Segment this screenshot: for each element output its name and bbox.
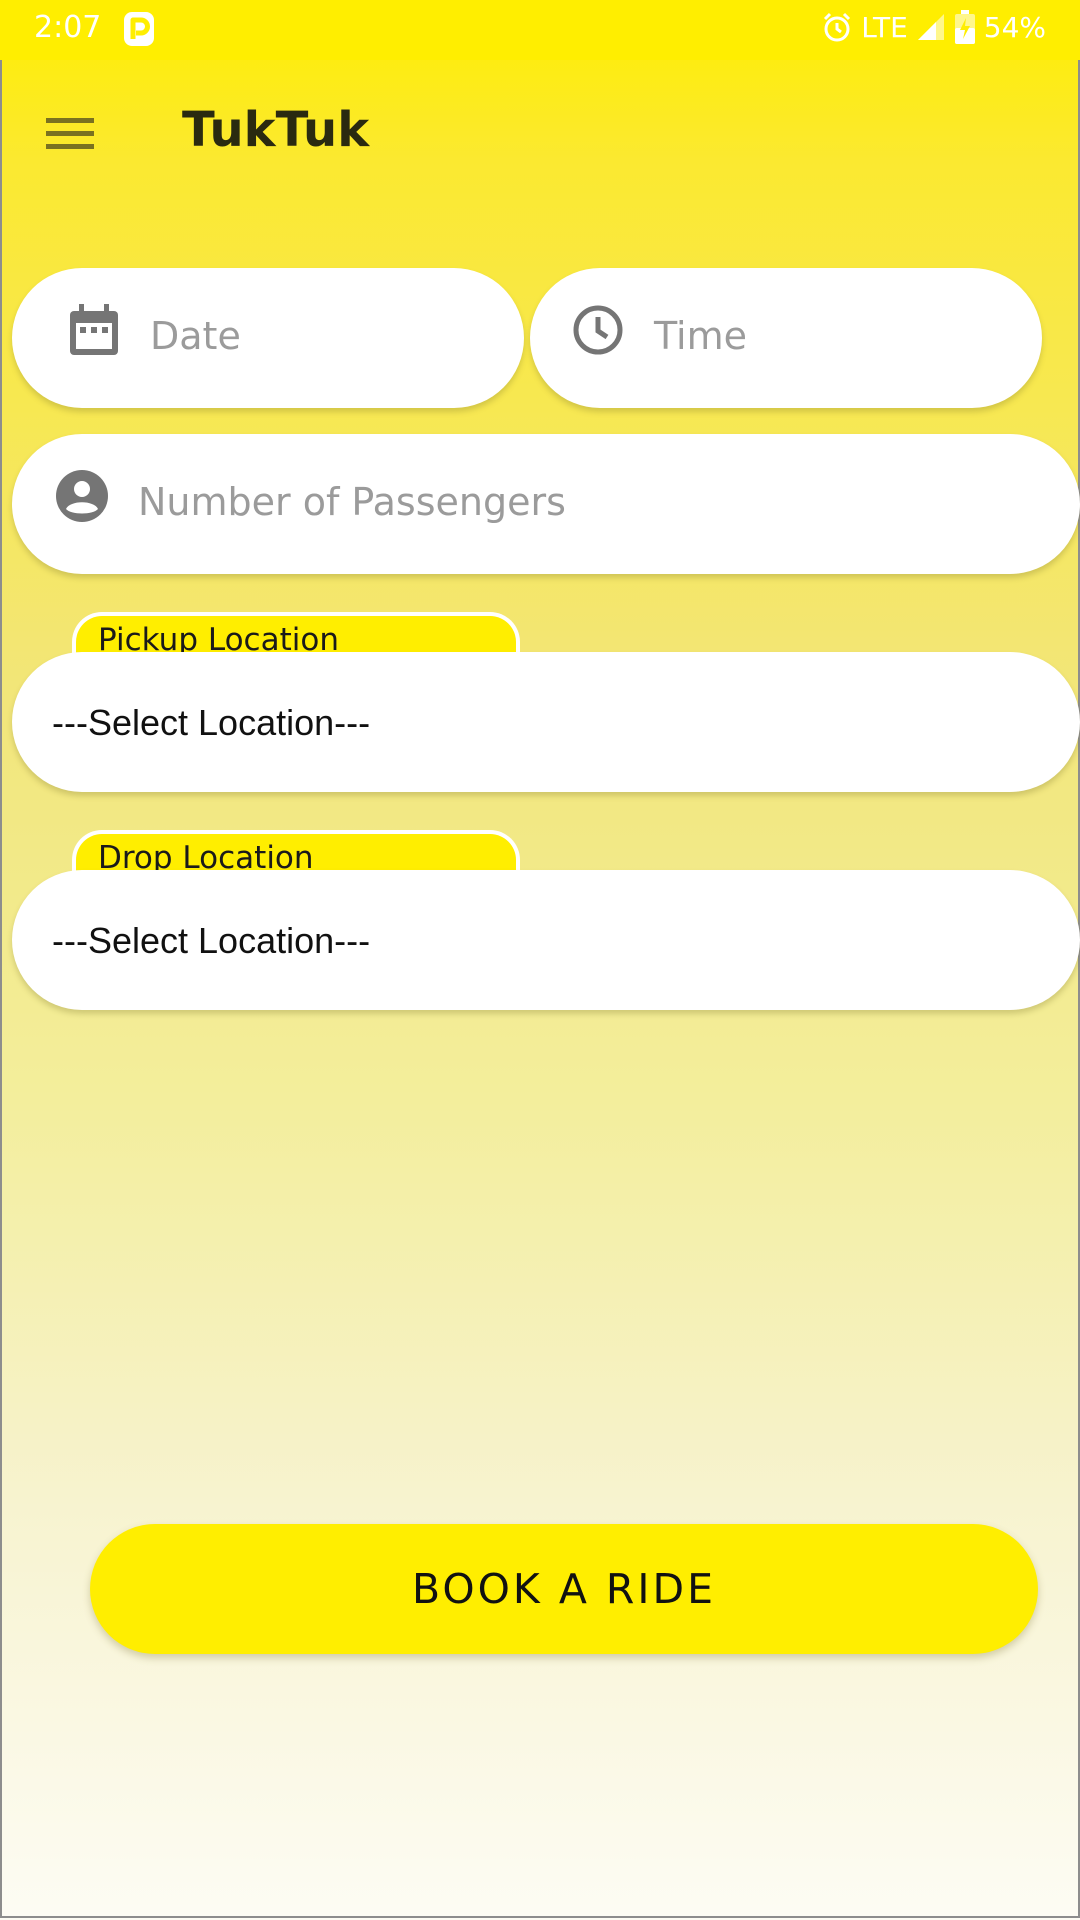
battery-charging-icon — [954, 10, 975, 44]
date-field[interactable]: Date — [12, 268, 524, 408]
clock-icon — [573, 305, 623, 355]
calendar-icon — [70, 304, 118, 355]
book-a-ride-button[interactable]: BOOK A RIDE — [90, 1524, 1038, 1654]
passengers-placeholder: Number of Passengers — [138, 480, 566, 524]
status-bar: 2:07 LTE 54% — [0, 0, 1080, 60]
time-placeholder: Time — [654, 314, 747, 358]
drop-selected-value: ---Select Location--- — [52, 920, 371, 961]
drop-location-select[interactable]: ---Select Location--- — [12, 870, 1080, 1010]
menu-icon[interactable] — [42, 112, 100, 156]
pickup-selected-value: ---Select Location--- — [52, 702, 371, 743]
time-field[interactable]: Time — [530, 268, 1042, 408]
app-title: TukTuk — [182, 102, 370, 158]
network-type: LTE — [861, 10, 908, 44]
parking-app-icon — [124, 12, 154, 46]
alarm-icon — [824, 12, 851, 42]
date-placeholder: Date — [150, 314, 241, 358]
passengers-field[interactable]: Number of Passengers — [12, 434, 1080, 574]
battery-level: 54% — [983, 10, 1046, 44]
status-icons: LTE 54% — [821, 10, 1046, 44]
app-bar: TukTuk — [0, 60, 1080, 210]
signal-icon — [917, 14, 944, 40]
account-circle-icon — [56, 470, 108, 522]
pickup-location-select[interactable]: ---Select Location--- — [12, 652, 1080, 792]
status-time: 2:07 — [34, 10, 102, 45]
